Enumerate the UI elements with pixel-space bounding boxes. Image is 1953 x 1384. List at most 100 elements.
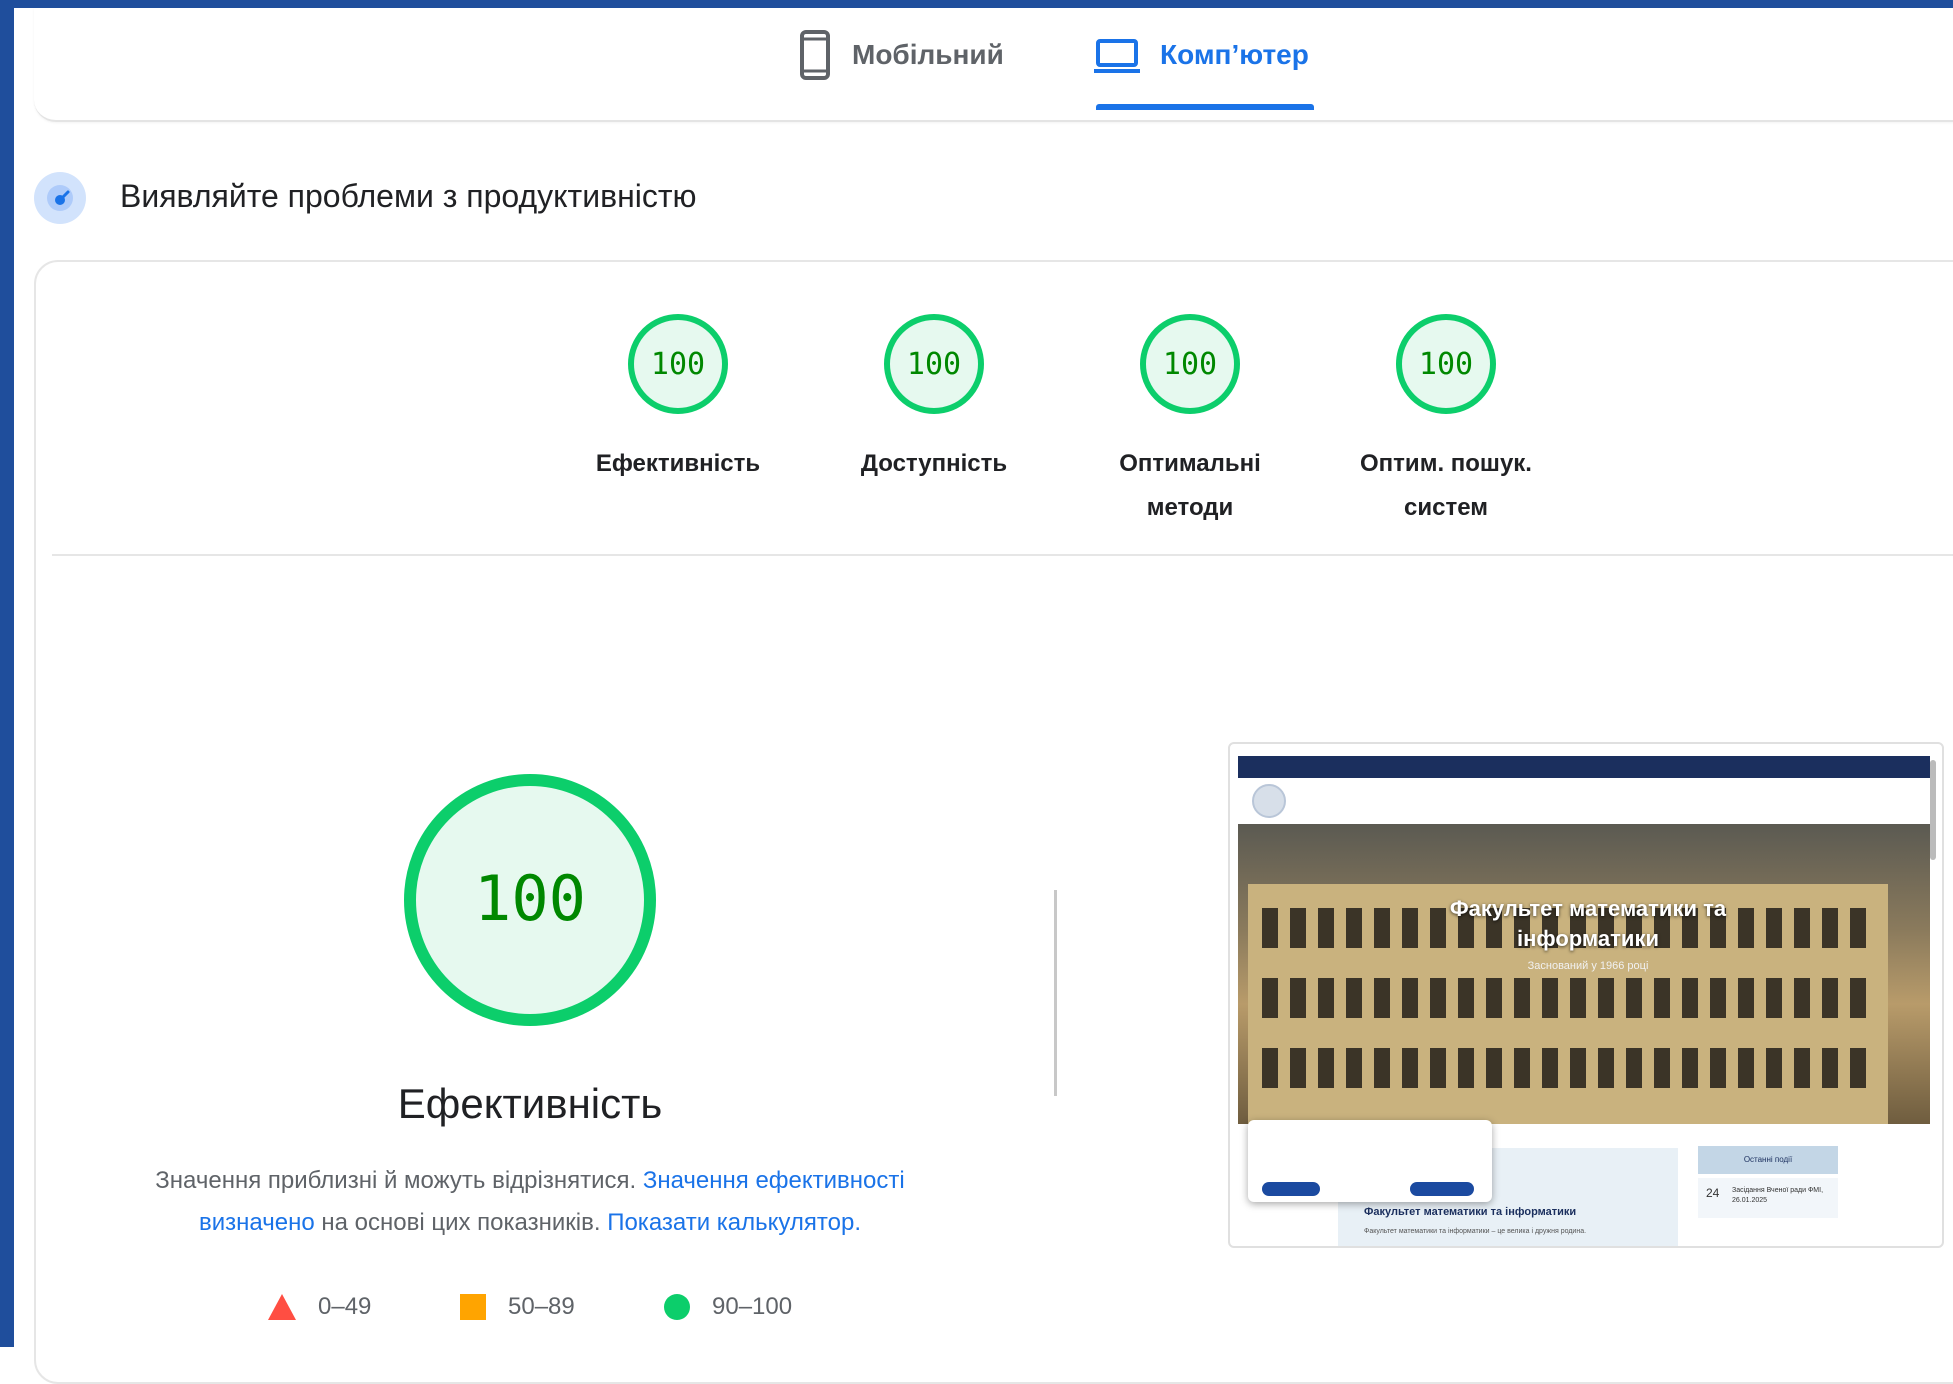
thumb-window [1542,978,1558,1018]
score-gauge[interactable]: 100 [1394,312,1498,416]
performance-description: Значення приблизні й можуть відрізнятися… [110,1160,950,1244]
vertical-divider [1054,890,1057,1096]
thumb-window [1262,908,1278,948]
thumb-window [1626,1048,1642,1088]
thumb-events-header: Останні події [1698,1146,1838,1174]
thumb-window [1654,978,1670,1018]
thumb-event: 24 Засідання Вченої ради ФМІ, 26.01.2025 [1698,1178,1838,1218]
thumb-window [1318,908,1334,948]
thumb-cookie-necessary [1410,1182,1474,1196]
thumb-event-day: 24 [1706,1186,1720,1200]
green-circle-icon [664,1294,690,1320]
score-gauge-label: Оптимальні методи [1119,450,1261,521]
thumb-window [1626,978,1642,1018]
thumb-window [1738,978,1754,1018]
thumb-window [1682,1048,1698,1088]
legend-fail: 0–49 [268,1290,371,1324]
thumb-window [1822,978,1838,1018]
score-gauge-label: Оптим. пошук. систем [1360,450,1532,521]
thumb-scrollbar [1930,760,1936,860]
thumb-window [1486,1048,1502,1088]
thumb-event-text: Засідання Вченої ради ФМІ, 26.01.2025 [1732,1187,1824,1204]
laptop-icon [1094,39,1140,73]
score-gauge-label: Ефективність [595,450,761,477]
thumb-cookie-banner [1248,1120,1492,1202]
performance-big-gauge: 100 [404,774,656,1026]
thumb-window [1374,1048,1390,1088]
thumb-window [1290,908,1306,948]
thumb-window [1794,1048,1810,1088]
thumb-window [1318,1048,1334,1088]
thumb-window [1318,978,1334,1018]
performance-section-icon [34,172,86,224]
thumb-card-text: Факультет математики та інформатики – це… [1364,1228,1587,1235]
smartphone-icon [800,30,830,80]
thumb-window [1262,978,1278,1018]
score-gauge[interactable]: 100 [882,312,986,416]
tab-desktop[interactable]: Комп’ютер [1094,30,1309,80]
thumb-window [1458,978,1474,1018]
thumb-window [1598,978,1614,1018]
thumb-window [1654,1048,1670,1088]
score-gauge-value: 100 [907,347,961,382]
thumb-logo [1252,784,1286,818]
show-calculator-link[interactable]: Показати калькулятор. [607,1209,861,1236]
thumb-navbar [1238,778,1930,822]
thumb-window [1346,908,1362,948]
score-gauge-value: 100 [1419,347,1473,382]
legend-pass-label: 90–100 [712,1293,793,1320]
thumb-window [1430,1048,1446,1088]
thumb-window [1290,978,1306,1018]
window-frame-top [0,0,1953,8]
thumb-window [1486,978,1502,1018]
gauges-divider [52,554,1953,556]
thumb-window [1822,908,1838,948]
thumb-card-title: Факультет математики та інформатики [1364,1206,1577,1218]
thumb-cookie-accept [1262,1182,1320,1196]
red-triangle-icon [268,1294,296,1320]
thumb-window [1458,1048,1474,1088]
thumb-window [1346,978,1362,1018]
score-gauge[interactable]: 100 [1138,312,1242,416]
legend-average: 50–89 [460,1290,575,1324]
final-screenshot-thumbnail[interactable]: Факультет математики та інформатики Засн… [1228,742,1944,1248]
speed-gauge-icon [47,185,73,211]
score-gauge-value: 100 [1163,347,1217,382]
thumb-window [1822,1048,1838,1088]
thumb-window [1738,1048,1754,1088]
thumb-topbar [1238,756,1930,778]
thumb-window [1514,978,1530,1018]
thumb-window [1402,1048,1418,1088]
thumb-window [1850,908,1866,948]
legend-fail-label: 0–49 [318,1293,372,1320]
score-gauge-label: Доступність [860,450,1008,477]
thumb-window [1402,978,1418,1018]
tab-mobile-label: Мобільний [852,39,1004,70]
big-gauge-score: 100 [474,862,586,935]
active-tab-indicator [1096,104,1314,110]
thumb-window [1570,978,1586,1018]
score-gauge-value: 100 [651,347,705,382]
thumb-window [1346,1048,1362,1088]
thumb-window [1262,1048,1278,1088]
thumb-hero-title: Факультет математики та інформатики [1449,896,1727,951]
section-title: Виявляйте проблеми з продуктивністю [120,178,697,214]
thumb-window [1542,1048,1558,1088]
tab-mobile[interactable]: Мобільний [800,30,1004,80]
thumb-window [1710,1048,1726,1088]
legend-average-label: 50–89 [508,1293,575,1320]
thumb-window [1710,978,1726,1018]
legend-pass: 90–100 [664,1290,792,1324]
thumb-window [1430,978,1446,1018]
score-gauge[interactable]: 100 [626,312,730,416]
thumb-window [1794,908,1810,948]
thumb-hero: Факультет математики та інформатики Засн… [1238,824,1930,1124]
desc-text-1: Значення приблизні й можуть відрізнятися… [155,1167,643,1194]
thumb-window [1514,1048,1530,1088]
thumb-window [1598,1048,1614,1088]
thumb-hero-subtitle: Заснований у 1966 році [1527,960,1649,972]
desc-text-2: на основі цих показників. [314,1209,608,1236]
thumb-window [1682,978,1698,1018]
thumb-window [1794,978,1810,1018]
thumb-window [1850,1048,1866,1088]
